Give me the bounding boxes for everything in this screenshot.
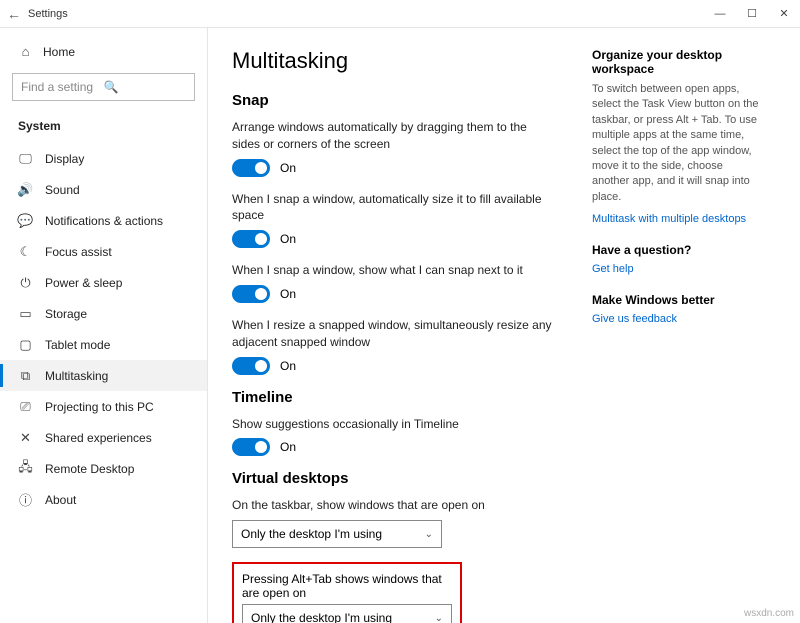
snap-state-1: On	[280, 232, 296, 246]
snap-toggle-0[interactable]	[232, 159, 270, 177]
minimize-button[interactable]: —	[704, 0, 736, 28]
nav-label: Multitasking	[45, 369, 108, 383]
nav-label: Tablet mode	[45, 338, 110, 352]
chevron-down-icon: ⌄	[435, 613, 443, 623]
vd-alttab-dropdown[interactable]: Only the desktop I'm using ⌄	[242, 604, 452, 623]
nav-label: Sound	[45, 183, 80, 197]
organize-heading: Organize your desktop workspace	[592, 48, 762, 76]
nav-icon: ▢	[18, 337, 33, 352]
nav-label: Shared experiences	[45, 431, 152, 445]
nav-icon: ☾	[18, 244, 33, 259]
nav-label: Remote Desktop	[45, 462, 134, 476]
window-title: Settings	[28, 8, 704, 20]
sidebar-item-focus-assist[interactable]: ☾ Focus assist	[0, 236, 207, 267]
nav-icon: ✕	[18, 430, 33, 445]
nav-icon: 🔊	[18, 182, 33, 197]
snap-toggle-3[interactable]	[232, 357, 270, 375]
question-link[interactable]: Get help	[592, 263, 762, 275]
sidebar-item-multitasking[interactable]: ⧉ Multitasking	[0, 360, 207, 391]
home-label: Home	[43, 45, 75, 59]
nav-icon: ▭	[18, 306, 33, 321]
snap-state-2: On	[280, 287, 296, 301]
organize-body: To switch between open apps, select the …	[592, 82, 762, 205]
chevron-down-icon: ⌄	[425, 529, 433, 540]
nav-icon: 🖧	[18, 461, 33, 476]
vd-taskbar-value: Only the desktop I'm using	[241, 527, 382, 541]
snap-label-3: When I resize a snapped window, simultan…	[232, 317, 552, 351]
sidebar-item-display[interactable]: 🖵 Display	[0, 143, 207, 174]
snap-heading: Snap	[232, 92, 572, 109]
nav-label: Projecting to this PC	[45, 400, 154, 414]
snap-state-0: On	[280, 161, 296, 175]
nav-icon: ⧉	[18, 368, 33, 383]
home-nav[interactable]: ⌂ Home	[0, 38, 207, 65]
nav-icon: ⓘ	[18, 492, 33, 507]
nav-label: Power & sleep	[45, 276, 122, 290]
vd-taskbar-dropdown[interactable]: Only the desktop I'm using ⌄	[232, 520, 442, 548]
timeline-toggle-0[interactable]	[232, 438, 270, 456]
timeline-heading: Timeline	[232, 389, 572, 406]
sidebar-item-power-sleep[interactable]: ⏻ Power & sleep	[0, 267, 207, 298]
organize-link[interactable]: Multitask with multiple desktops	[592, 213, 762, 225]
maximize-button[interactable]: ☐	[736, 0, 768, 28]
timeline-state-0: On	[280, 440, 296, 454]
sidebar-group-title: System	[0, 115, 207, 143]
nav-icon: 🖵	[18, 151, 33, 166]
highlight-box: Pressing Alt+Tab shows windows that are …	[232, 562, 462, 623]
sidebar: ⌂ Home Find a setting 🔍 System 🖵 Display 🔊…	[0, 28, 208, 623]
sidebar-item-shared-experiences[interactable]: ✕ Shared experiences	[0, 422, 207, 453]
titlebar: ← Settings — ☐ ✕	[0, 0, 800, 28]
main-content: Multitasking Snap Arrange windows automa…	[208, 28, 800, 623]
nav-label: Focus assist	[45, 245, 112, 259]
feedback-link[interactable]: Give us feedback	[592, 313, 762, 325]
page-title: Multitasking	[232, 48, 572, 74]
back-button[interactable]: ←	[0, 6, 28, 22]
vd-taskbar-label: On the taskbar, show windows that are op…	[232, 497, 552, 514]
sidebar-item-storage[interactable]: ▭ Storage	[0, 298, 207, 329]
nav-icon: ⏻	[18, 275, 33, 290]
sidebar-item-about[interactable]: ⓘ About	[0, 484, 207, 515]
right-pane: Organize your desktop workspace To switc…	[592, 48, 762, 603]
nav-label: Display	[45, 152, 84, 166]
feedback-heading: Make Windows better	[592, 293, 762, 307]
search-placeholder: Find a setting	[21, 80, 104, 94]
search-input[interactable]: Find a setting 🔍	[12, 73, 195, 101]
watermark: wsxdn.com	[744, 608, 794, 619]
sidebar-item-sound[interactable]: 🔊 Sound	[0, 174, 207, 205]
timeline-label-0: Show suggestions occasionally in Timelin…	[232, 416, 552, 433]
sidebar-item-remote-desktop[interactable]: 🖧 Remote Desktop	[0, 453, 207, 484]
snap-toggle-2[interactable]	[232, 285, 270, 303]
sidebar-item-projecting-to-this-pc[interactable]: ⎚ Projecting to this PC	[0, 391, 207, 422]
nav-label: Storage	[45, 307, 87, 321]
close-button[interactable]: ✕	[768, 0, 800, 28]
snap-state-3: On	[280, 359, 296, 373]
nav-label: About	[45, 493, 76, 507]
snap-label-1: When I snap a window, automatically size…	[232, 191, 552, 225]
snap-toggle-1[interactable]	[232, 230, 270, 248]
vd-alttab-label: Pressing Alt+Tab shows windows that are …	[242, 572, 452, 600]
nav-icon: ⎚	[18, 399, 33, 414]
snap-label-0: Arrange windows automatically by draggin…	[232, 119, 552, 153]
virtual-desktops-heading: Virtual desktops	[232, 470, 572, 487]
vd-alttab-value: Only the desktop I'm using	[251, 611, 392, 623]
sidebar-item-notifications-actions[interactable]: 💬 Notifications & actions	[0, 205, 207, 236]
home-icon: ⌂	[18, 44, 33, 59]
snap-label-2: When I snap a window, show what I can sn…	[232, 262, 552, 279]
question-heading: Have a question?	[592, 243, 762, 257]
search-icon: 🔍	[104, 80, 187, 94]
sidebar-item-tablet-mode[interactable]: ▢ Tablet mode	[0, 329, 207, 360]
nav-label: Notifications & actions	[45, 214, 163, 228]
nav-icon: 💬	[18, 213, 33, 228]
